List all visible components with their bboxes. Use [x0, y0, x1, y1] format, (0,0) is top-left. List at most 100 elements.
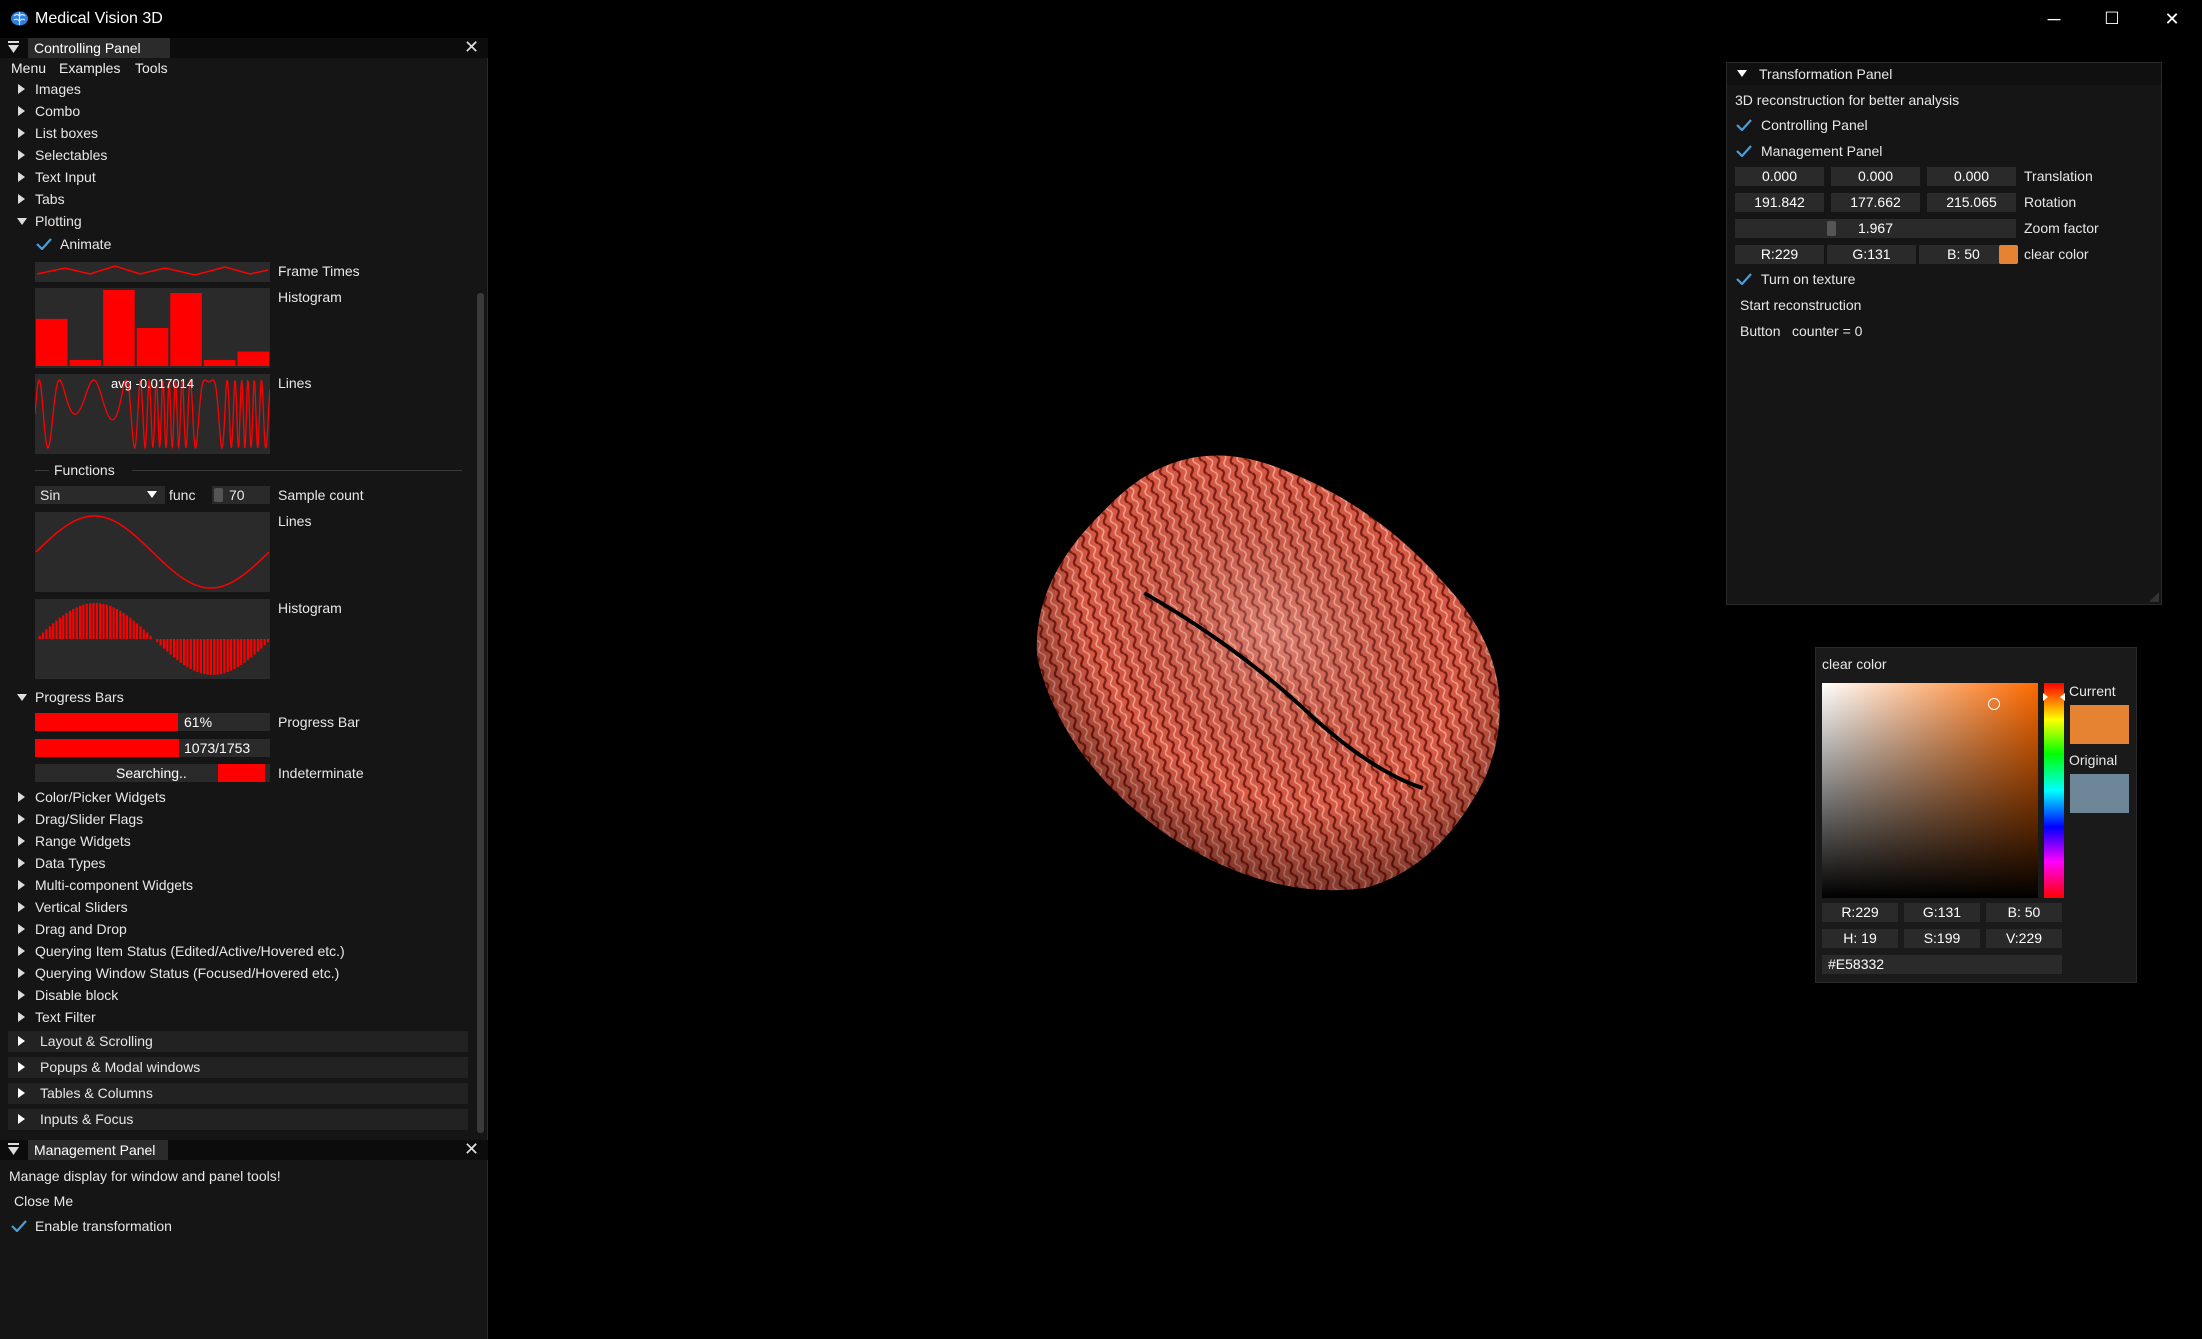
picker-h-input[interactable]: H: 19: [1822, 929, 1898, 948]
saturation-value-square[interactable]: [1822, 683, 2038, 898]
sine-histogram-bar: [263, 639, 266, 646]
management-panel-header[interactable]: Management Panel ✕: [0, 1139, 488, 1160]
tree-item-color-picker-widgets[interactable]: Color/Picker Widgets: [0, 788, 470, 808]
sine-histogram-bar: [253, 639, 256, 655]
clear-color-g-input[interactable]: G:131: [1827, 245, 1916, 264]
management-panel-checkbox[interactable]: [1736, 145, 1752, 157]
picker-s-input[interactable]: S:199: [1904, 929, 1980, 948]
function-histogram-plot[interactable]: [35, 599, 270, 679]
sine-histogram-bar: [136, 623, 139, 640]
func-select[interactable]: Sin: [35, 486, 165, 504]
sine-histogram-bar: [199, 639, 202, 674]
sine-histogram-bar: [38, 635, 41, 640]
tree-item-multi-component-widgets[interactable]: Multi-component Widgets: [0, 876, 470, 896]
histogram-bar: [136, 328, 169, 366]
tree-item-data-types[interactable]: Data Types: [0, 854, 470, 874]
animate-checkbox[interactable]: [36, 238, 52, 250]
expand-arrow-icon: [18, 172, 25, 182]
zoom-factor-slider[interactable]: 1.967: [1735, 219, 2016, 238]
tree-item-querying-window-status[interactable]: Querying Window Status (Focused/Hovered …: [0, 964, 470, 984]
function-lines-plot[interactable]: [35, 512, 270, 592]
header-popups-modal-windows[interactable]: Popups & Modal windows: [8, 1057, 468, 1078]
slider-grab[interactable]: [214, 488, 223, 502]
resize-grip[interactable]: [2149, 592, 2159, 602]
tree-item-plotting[interactable]: Plotting: [0, 212, 470, 232]
header-inputs-focus[interactable]: Inputs & Focus: [8, 1109, 468, 1130]
clear-color-swatch[interactable]: [1999, 245, 2018, 264]
progress-fill: [35, 739, 179, 757]
close-icon[interactable]: ✕: [464, 37, 479, 58]
animate-label: Animate: [60, 236, 112, 252]
rotation-z-input[interactable]: 215.065: [1927, 193, 2016, 212]
clear-color-r-input[interactable]: R:229: [1735, 245, 1824, 264]
tree-item-images[interactable]: Images: [0, 80, 470, 100]
histogram-bars: [36, 290, 269, 366]
frame-times-plot[interactable]: [35, 262, 270, 282]
tree-item-combo[interactable]: Combo: [0, 102, 470, 122]
close-me-button[interactable]: Close Me: [14, 1193, 73, 1209]
minimize-button[interactable]: ─: [2032, 6, 2076, 32]
hue-bar[interactable]: [2043, 683, 2065, 898]
menu-examples[interactable]: Examples: [59, 60, 120, 76]
brain-icon: [11, 11, 28, 26]
picker-v-input[interactable]: V:229: [1986, 929, 2062, 948]
tree-item-text-filter[interactable]: Text Filter: [0, 1008, 470, 1028]
indeterminate-fill: [218, 764, 265, 782]
tree-item-drag-and-drop[interactable]: Drag and Drop: [0, 920, 470, 940]
tree-item-text-input[interactable]: Text Input: [0, 168, 470, 188]
tree-item-list-boxes[interactable]: List boxes: [0, 124, 470, 144]
counter-button[interactable]: Button: [1740, 323, 1780, 339]
picker-r-input[interactable]: R:229: [1822, 903, 1898, 922]
sine-histogram-bar: [85, 603, 88, 640]
close-icon[interactable]: ✕: [464, 1139, 479, 1160]
color-cursor[interactable]: [1988, 698, 2000, 710]
collapse-arrow-icon[interactable]: [8, 1143, 19, 1156]
header-tables-columns[interactable]: Tables & Columns: [8, 1083, 468, 1104]
maximize-button[interactable]: ☐: [2090, 6, 2134, 32]
collapse-arrow-icon[interactable]: [1737, 70, 1747, 77]
expand-arrow-icon: [18, 880, 25, 890]
picker-b-input[interactable]: B: 50: [1986, 903, 2062, 922]
controlling-panel-header[interactable]: Controlling Panel ✕: [0, 37, 488, 58]
clear-color-b-input[interactable]: B: 50: [1919, 245, 2008, 264]
collapse-arrow-icon[interactable]: [8, 41, 19, 54]
close-window-button[interactable]: ✕: [2150, 6, 2194, 32]
tree-item-range-widgets[interactable]: Range Widgets: [0, 832, 470, 852]
expand-arrow-icon: [18, 150, 25, 160]
menu-menu[interactable]: Menu: [11, 60, 46, 76]
picker-hex-input[interactable]: #E58332: [1822, 955, 2062, 974]
enable-transformation-checkbox[interactable]: [11, 1220, 27, 1232]
controlling-panel-checkbox[interactable]: [1736, 119, 1752, 131]
picker-g-input[interactable]: G:131: [1904, 903, 1980, 922]
rotation-x-input[interactable]: 191.842: [1735, 193, 1824, 212]
lines-plot[interactable]: avg -0.017014: [34, 374, 271, 454]
translation-y-input[interactable]: 0.000: [1831, 167, 1920, 186]
tree-item-tabs[interactable]: Tabs: [0, 190, 470, 210]
translation-x-input[interactable]: 0.000: [1735, 167, 1824, 186]
sine-histogram-bar: [52, 623, 55, 640]
brain-3d-render[interactable]: [1000, 450, 1540, 900]
histogram-plot[interactable]: [35, 288, 270, 368]
sine-histogram-bar: [243, 639, 246, 663]
original-color-swatch[interactable]: [2070, 774, 2129, 813]
tree-item-progress-bars[interactable]: Progress Bars: [0, 688, 470, 708]
progress-count: 1073/1753: [184, 740, 251, 756]
scrollbar-thumb[interactable]: [477, 293, 484, 1133]
tree-item-vertical-sliders[interactable]: Vertical Sliders: [0, 898, 470, 918]
tree-item-selectables[interactable]: Selectables: [0, 146, 470, 166]
transformation-panel-header[interactable]: Transformation Panel: [1727, 63, 2161, 85]
rotation-y-input[interactable]: 177.662: [1831, 193, 1920, 212]
turn-on-texture-checkbox[interactable]: [1736, 273, 1752, 285]
menu-tools[interactable]: Tools: [135, 60, 168, 76]
sine-histogram-bar: [246, 639, 249, 661]
translation-z-input[interactable]: 0.000: [1927, 167, 2016, 186]
tree-item-disable-block[interactable]: Disable block: [0, 986, 470, 1006]
header-layout-scrolling[interactable]: Layout & Scrolling: [8, 1031, 468, 1052]
slider-grab[interactable]: [1827, 221, 1836, 236]
tree-item-querying-item-status[interactable]: Querying Item Status (Edited/Active/Hove…: [0, 942, 470, 962]
sine-histogram-bar: [105, 604, 108, 640]
tree-item-drag-slider-flags[interactable]: Drag/Slider Flags: [0, 810, 470, 830]
sample-count-slider[interactable]: 70: [212, 486, 270, 504]
start-reconstruction-button[interactable]: Start reconstruction: [1740, 297, 1861, 313]
current-label: Current: [2069, 683, 2116, 699]
